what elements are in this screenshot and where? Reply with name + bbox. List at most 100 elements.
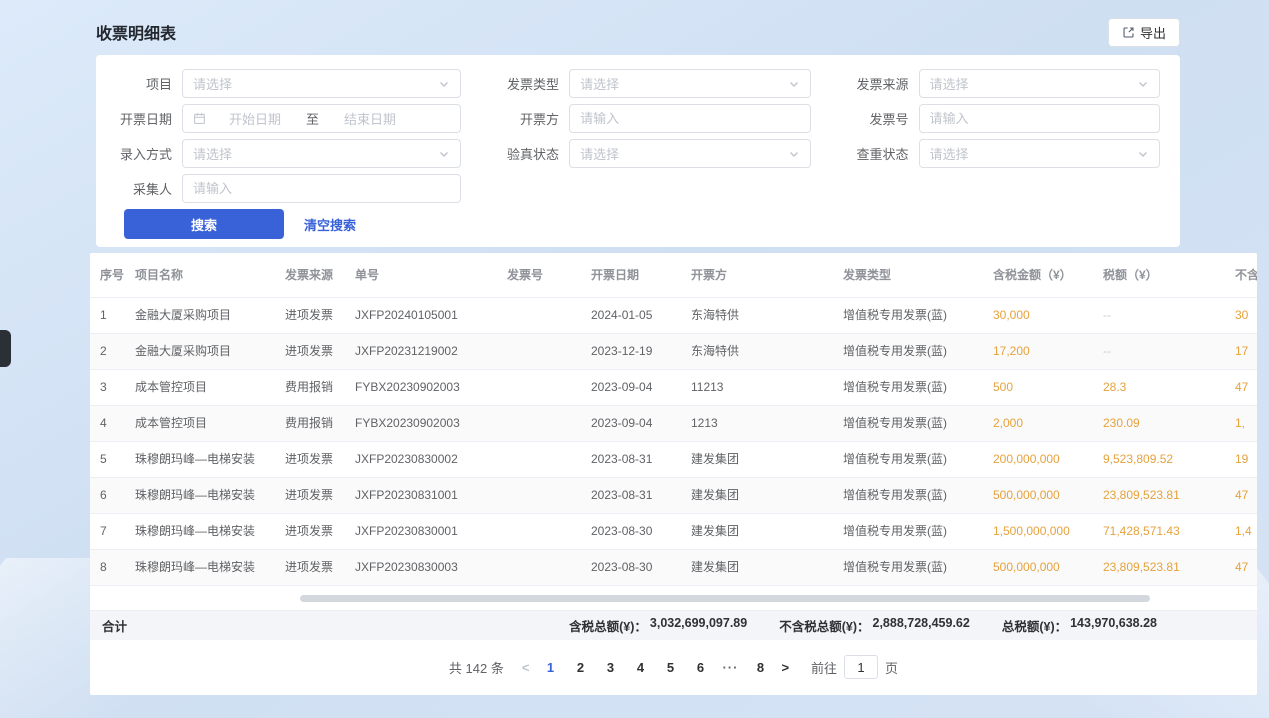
- table-cell: 2023-09-04: [581, 369, 681, 405]
- table-cell: 建发集团: [681, 441, 833, 477]
- verify-status-select-placeholder: 请选择: [580, 144, 787, 163]
- filter-project: 项目 请选择: [110, 69, 461, 98]
- recheck-status-select-placeholder: 请选择: [930, 144, 1137, 163]
- page-button-8[interactable]: 8: [749, 654, 771, 680]
- table-cell: 7: [90, 513, 125, 549]
- table-cell: 增值税专用发票(蓝): [833, 333, 983, 369]
- table-cell: 23,809,523.81: [1093, 549, 1225, 585]
- collector-input-wrap: [182, 174, 461, 203]
- table-cell: 500: [983, 369, 1093, 405]
- invoice-no-input[interactable]: [930, 111, 1149, 126]
- table-cell: 47: [1225, 369, 1257, 405]
- table-cell: 5: [90, 441, 125, 477]
- page-button-3[interactable]: 3: [599, 654, 621, 680]
- export-icon: [1122, 26, 1135, 39]
- recheck-status-select[interactable]: 请选择: [919, 139, 1160, 168]
- table-cell: 4: [90, 405, 125, 441]
- invoice-source-select[interactable]: 请选择: [919, 69, 1160, 98]
- filter-spacer: [497, 174, 810, 203]
- filter-invoice-source: 发票来源 请选择: [847, 69, 1160, 98]
- pagination: 共 142 条 < 123456···8 > 前往 页: [90, 640, 1257, 696]
- horizontal-scrollbar-track: [90, 586, 1257, 610]
- filter-issuer: 开票方: [497, 104, 810, 133]
- project-select[interactable]: 请选择: [182, 69, 461, 98]
- table-cell: 1,500,000,000: [983, 513, 1093, 549]
- entry-method-select-placeholder: 请选择: [193, 144, 438, 163]
- table-cell: 1,4: [1225, 513, 1257, 549]
- table-cell: 2: [90, 333, 125, 369]
- page-title: 收票明细表: [96, 20, 176, 44]
- summary-total-tax: 总税额(¥)： 143,970,638.28: [1002, 616, 1157, 635]
- issuer-input[interactable]: [580, 111, 799, 126]
- table-cell: 珠穆朗玛峰—电梯安装: [125, 477, 275, 513]
- summary-item-label: 总税额(¥)：: [1002, 616, 1067, 635]
- filter-collector-label: 采集人: [110, 179, 172, 198]
- page-button-6[interactable]: 6: [689, 654, 711, 680]
- page-button-4[interactable]: 4: [629, 654, 651, 680]
- column-header: 含税金额（¥）: [983, 253, 1093, 297]
- filter-invoice-type: 发票类型 请选择: [497, 69, 810, 98]
- entry-method-select[interactable]: 请选择: [182, 139, 461, 168]
- pager-ellipsis[interactable]: ···: [719, 654, 741, 680]
- table-cell: 6: [90, 477, 125, 513]
- pager-pages: 123456 ··· 8: [539, 654, 771, 680]
- table-cell: 增值税专用发票(蓝): [833, 549, 983, 585]
- export-button[interactable]: 导出: [1108, 18, 1180, 47]
- table-row[interactable]: 1金融大厦采购项目进项发票JXFP202401050012024-01-05东海…: [90, 297, 1257, 333]
- table-cell: JXFP20230830001: [345, 513, 497, 549]
- invoice-date-range-picker[interactable]: 开始日期 至 结束日期: [182, 104, 461, 133]
- summary-label: 合计: [102, 616, 127, 635]
- goto-page-input[interactable]: [844, 655, 878, 679]
- table-row[interactable]: 2金融大厦采购项目进项发票JXFP202312190022023-12-19东海…: [90, 333, 1257, 369]
- table-cell: JXFP20230830002: [345, 441, 497, 477]
- clear-search-button[interactable]: 清空搜索: [304, 215, 356, 234]
- table-cell: 2,000: [983, 405, 1093, 441]
- filter-invoice-no: 发票号: [847, 104, 1160, 133]
- table-row[interactable]: 7珠穆朗玛峰—电梯安装进项发票JXFP202308300012023-08-30…: [90, 513, 1257, 549]
- filter-recheck-status: 查重状态 请选择: [847, 139, 1160, 168]
- filter-actions: 搜索 清空搜索: [124, 209, 1160, 239]
- table-cell: 30: [1225, 297, 1257, 333]
- page-button-1[interactable]: 1: [539, 654, 561, 680]
- table-cell: 2023-08-31: [581, 477, 681, 513]
- table-cell: --: [1093, 333, 1225, 369]
- search-button[interactable]: 搜索: [124, 209, 284, 239]
- table-cell: [497, 549, 581, 585]
- table-cell: 进项发票: [275, 513, 345, 549]
- verify-status-select[interactable]: 请选择: [569, 139, 810, 168]
- filter-panel: 项目 请选择 发票类型 请选择 发票来源 请选择: [96, 55, 1180, 247]
- table-cell: 2024-01-05: [581, 297, 681, 333]
- page-button-2[interactable]: 2: [569, 654, 591, 680]
- goto-suffix: 页: [885, 658, 898, 677]
- prev-page-button[interactable]: <: [518, 660, 534, 675]
- summary-item-label: 不含税总额(¥)：: [779, 616, 869, 635]
- table-row[interactable]: 4成本管控项目费用报销FYBX202309020032023-09-041213…: [90, 405, 1257, 441]
- column-header: 税额（¥）: [1093, 253, 1225, 297]
- export-button-label: 导出: [1140, 23, 1166, 42]
- pagination-total: 共 142 条: [449, 658, 504, 677]
- table-cell: 建发集团: [681, 477, 833, 513]
- summary-items: 含税总额(¥)： 3,032,699,097.89 不含税总额(¥)： 2,88…: [569, 616, 1157, 635]
- table-cell: 200,000,000: [983, 441, 1093, 477]
- next-page-button[interactable]: >: [777, 660, 793, 675]
- table-row[interactable]: 5珠穆朗玛峰—电梯安装进项发票JXFP202308300022023-08-31…: [90, 441, 1257, 477]
- date-range-separator: 至: [306, 109, 319, 128]
- table-cell: 1: [90, 297, 125, 333]
- table-row[interactable]: 3成本管控项目费用报销FYBX202309020032023-09-041121…: [90, 369, 1257, 405]
- page-button-5[interactable]: 5: [659, 654, 681, 680]
- drawer-handle[interactable]: [0, 330, 11, 367]
- column-header: 开票日期: [581, 253, 681, 297]
- collector-input[interactable]: [193, 181, 450, 196]
- invoice-type-select[interactable]: 请选择: [569, 69, 810, 98]
- filter-issuer-label: 开票方: [497, 109, 559, 128]
- table-row[interactable]: 8珠穆朗玛峰—电梯安装进项发票JXFP202308300032023-08-30…: [90, 549, 1257, 585]
- table-row[interactable]: 6珠穆朗玛峰—电梯安装进项发票JXFP202308310012023-08-31…: [90, 477, 1257, 513]
- table-cell: 11213: [681, 369, 833, 405]
- chevron-down-icon: [1137, 148, 1149, 160]
- table-cell: 东海特供: [681, 297, 833, 333]
- table-cell: 17,200: [983, 333, 1093, 369]
- filter-project-label: 项目: [110, 74, 172, 93]
- table-cell: 珠穆朗玛峰—电梯安装: [125, 513, 275, 549]
- horizontal-scrollbar-thumb[interactable]: [300, 595, 1150, 602]
- chevron-down-icon: [788, 78, 800, 90]
